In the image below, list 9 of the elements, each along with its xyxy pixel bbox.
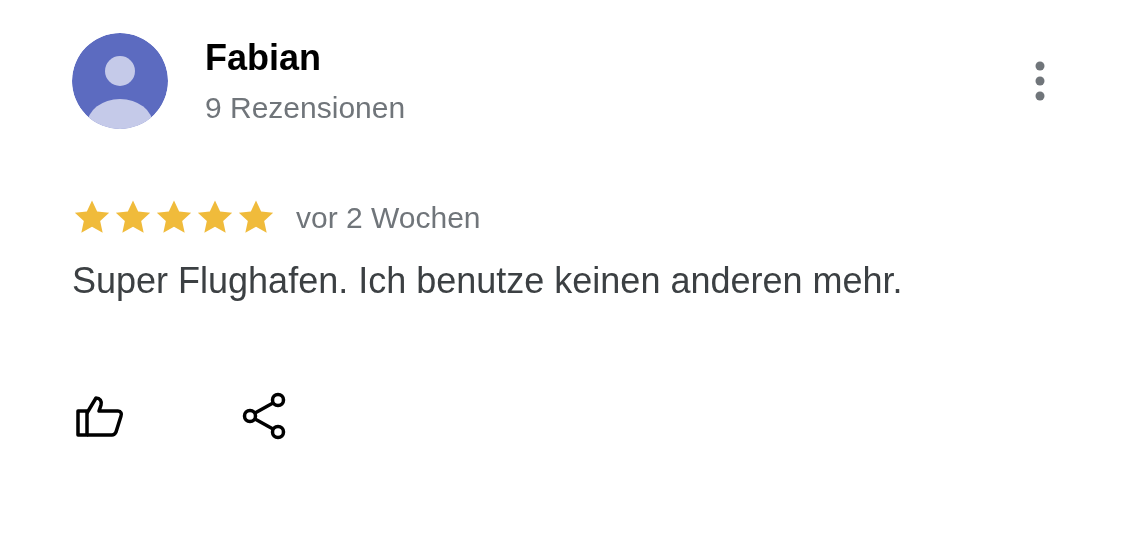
avatar-icon: [72, 33, 168, 129]
share-icon: [242, 392, 288, 440]
like-button[interactable]: [74, 393, 126, 439]
thumbs-up-icon: [76, 395, 124, 437]
author-name: Fabian: [205, 36, 322, 80]
review-text: Super Flughafen. Ich benutze keinen anderen mehr.: [72, 259, 904, 303]
review-count: 9 Rezensionen: [205, 90, 406, 126]
review-time: vor 2 Wochen: [296, 200, 481, 236]
more-vertical-icon: [1035, 61, 1045, 101]
